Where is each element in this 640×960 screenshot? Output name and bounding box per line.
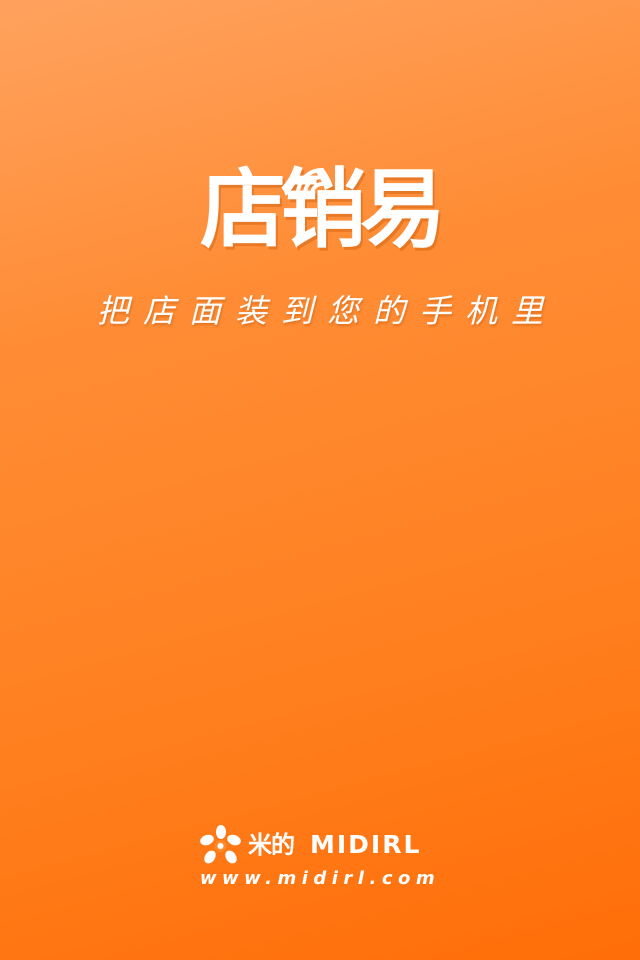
midirl-flower-icon [200,825,241,864]
brand-name-en: MIDIRL [310,830,422,859]
tagline: 把店面装到您的手机里 [96,292,557,330]
brand-footer: 米的 MIDIRL [198,824,448,868]
wifi-signal-icon [296,168,324,196]
splash-screen: 店销易 把店面装到您的手机里 米的 MIDIRL www.midirl.com [0,0,640,960]
website-url: www.midirl.com [199,868,441,889]
brand-name-cn: 米的 [248,831,295,859]
